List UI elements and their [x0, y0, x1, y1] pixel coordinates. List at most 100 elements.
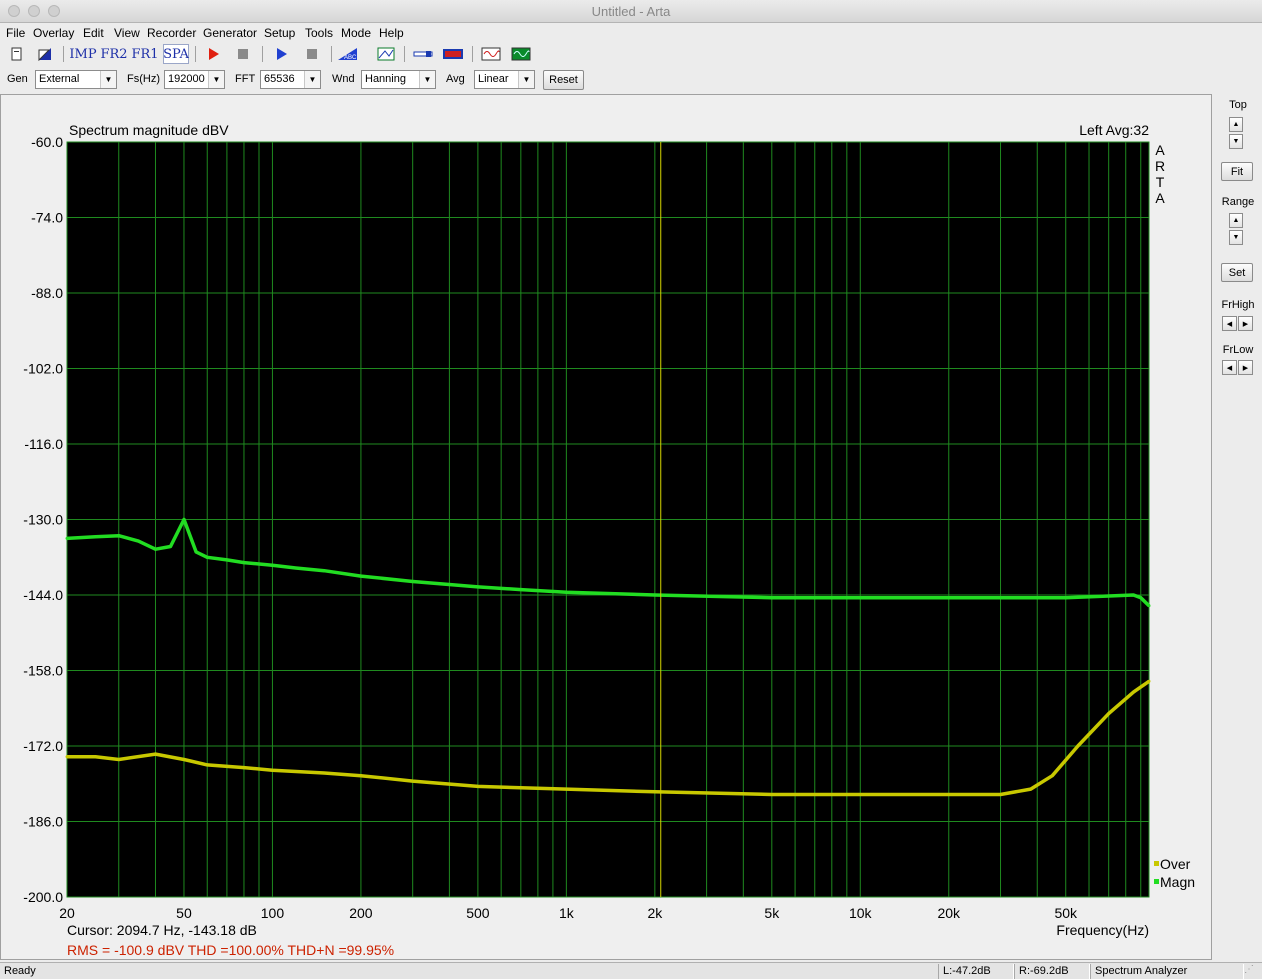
- series-over-point: [999, 793, 1003, 797]
- series-magn-point: [519, 588, 523, 592]
- menu-setup[interactable]: Setup: [264, 26, 295, 40]
- brand-letter: A: [1155, 142, 1165, 158]
- wnd-select[interactable]: Hanning ▼: [361, 70, 436, 89]
- stop2-icon[interactable]: [299, 44, 325, 64]
- resize-grip-icon[interactable]: ⋰: [1244, 964, 1260, 979]
- series-magn-point: [858, 596, 862, 600]
- chevron-down-icon: ▼: [100, 71, 116, 88]
- series-over-point: [564, 787, 568, 791]
- title-bar: Untitled - Arta: [0, 0, 1262, 23]
- series-over-point: [1147, 679, 1151, 683]
- range-label: Range: [1221, 196, 1255, 208]
- menu-recorder[interactable]: Recorder: [147, 26, 196, 40]
- fft-select[interactable]: 65536 ▼: [260, 70, 321, 89]
- menu-edit[interactable]: Edit: [83, 26, 104, 40]
- series-magn-point: [1064, 596, 1068, 600]
- abc-icon[interactable]: ABC: [336, 44, 360, 64]
- legend-label-over: Over: [1160, 856, 1191, 872]
- series-over-point: [1076, 744, 1080, 748]
- top-label: Top: [1229, 99, 1247, 111]
- fr1-mode-button[interactable]: FR1: [131, 44, 158, 64]
- series-magn-point: [225, 558, 229, 562]
- frhigh-left-button[interactable]: ◀: [1222, 316, 1237, 331]
- fs-select[interactable]: 192000 ▼: [164, 70, 225, 89]
- sine-icon[interactable]: [478, 44, 504, 64]
- series-magn-point: [65, 536, 69, 540]
- series-over-point: [153, 752, 157, 756]
- imp-mode-button[interactable]: IMP: [69, 44, 96, 64]
- series-magn-point: [564, 590, 568, 594]
- spa-mode-button[interactable]: SPA: [163, 44, 189, 64]
- series-over-point: [65, 755, 69, 759]
- gen-select[interactable]: External ▼: [35, 70, 117, 89]
- series-over-point: [205, 763, 209, 767]
- menu-view[interactable]: View: [114, 26, 140, 40]
- chevron-down-icon: ▼: [518, 71, 534, 88]
- series-magn-point: [1131, 593, 1135, 597]
- reset-button[interactable]: Reset: [543, 70, 584, 90]
- series-magn-point: [1147, 604, 1151, 608]
- series-magn-point: [476, 585, 480, 589]
- y-tick-label: -200.0: [23, 889, 63, 905]
- series-over-point: [947, 793, 951, 797]
- menu-file[interactable]: File: [6, 26, 25, 40]
- series-magn-point: [93, 535, 97, 539]
- scope-icon[interactable]: [508, 44, 534, 64]
- menu-overlay[interactable]: Overlay: [33, 26, 74, 40]
- fft-label: FFT: [235, 73, 256, 85]
- menu-help[interactable]: Help: [379, 26, 404, 40]
- grid-icon[interactable]: [373, 44, 399, 64]
- spectrum-chart[interactable]: -60.0 -74.0 -88.0 -102.0 -116.0 -130.0 -144.0 -…: [1, 95, 1211, 959]
- menu-mode[interactable]: Mode: [341, 26, 371, 40]
- stop-icon[interactable]: [230, 44, 256, 64]
- menu-tools[interactable]: Tools: [305, 26, 333, 40]
- analyzer-settings-bar: Gen External ▼ Fs(Hz) 192000 ▼ FFT 65536…: [0, 67, 1262, 93]
- red-blue-icon[interactable]: [440, 44, 466, 64]
- open-icon[interactable]: [32, 44, 58, 64]
- series-over-point: [1029, 787, 1033, 791]
- series-magn-point: [653, 593, 657, 597]
- series-magn-point: [322, 569, 326, 573]
- record-red-icon[interactable]: [200, 44, 226, 64]
- svg-text:ABC: ABC: [344, 55, 357, 61]
- spectrum-plot-panel: -60.0 -74.0 -88.0 -102.0 -116.0 -130.0 -144.0 -…: [0, 94, 1212, 960]
- top-down-button[interactable]: ▼: [1229, 134, 1243, 149]
- y-tick-label: -130.0: [23, 512, 63, 528]
- series-magn-point: [205, 555, 209, 559]
- chevron-down-icon: ▼: [208, 71, 224, 88]
- range-up-button[interactable]: ▲: [1229, 213, 1243, 228]
- x-tick-label: 100: [261, 905, 285, 921]
- avg-select[interactable]: Linear ▼: [474, 70, 535, 89]
- chevron-down-icon: ▼: [419, 71, 435, 88]
- y-tick-label: -88.0: [31, 285, 63, 301]
- series-magn-point: [770, 596, 774, 600]
- series-magn-point: [182, 518, 186, 521]
- frhigh-right-button[interactable]: ▶: [1238, 316, 1253, 331]
- x-tick-label: 500: [466, 905, 490, 921]
- legend: Over Magn: [1154, 856, 1195, 890]
- top-up-button[interactable]: ▲: [1229, 117, 1243, 132]
- menu-generator[interactable]: Generator: [203, 26, 257, 40]
- series-magn-point: [153, 547, 157, 551]
- channel-info: Left Avg:32: [1079, 122, 1149, 138]
- fs-label: Fs(Hz): [127, 73, 160, 85]
- series-over-point: [1050, 774, 1054, 778]
- series-magn-point: [359, 574, 363, 578]
- legend-swatch-over: [1154, 861, 1159, 866]
- frlow-right-button[interactable]: ▶: [1238, 360, 1253, 375]
- x-tick-label: 2k: [647, 905, 663, 921]
- range-down-button[interactable]: ▼: [1229, 230, 1243, 245]
- y-tick-label: -186.0: [23, 814, 63, 830]
- toolbar: IMP FR2 FR1 SPA ABC: [0, 42, 1262, 66]
- play-blue-icon[interactable]: [268, 44, 294, 64]
- wnd-label: Wnd: [332, 73, 355, 85]
- probe-icon[interactable]: [410, 44, 436, 64]
- set-button[interactable]: Set: [1221, 263, 1253, 282]
- fit-button[interactable]: Fit: [1221, 162, 1253, 181]
- series-over-point: [1131, 690, 1135, 694]
- cursor-readout: Cursor: 2094.7 Hz, -143.18 dB: [67, 922, 257, 938]
- frlow-left-button[interactable]: ◀: [1222, 360, 1237, 375]
- fr2-mode-button[interactable]: FR2: [100, 44, 127, 64]
- series-magn-point: [242, 561, 246, 565]
- new-doc-icon[interactable]: [4, 44, 30, 64]
